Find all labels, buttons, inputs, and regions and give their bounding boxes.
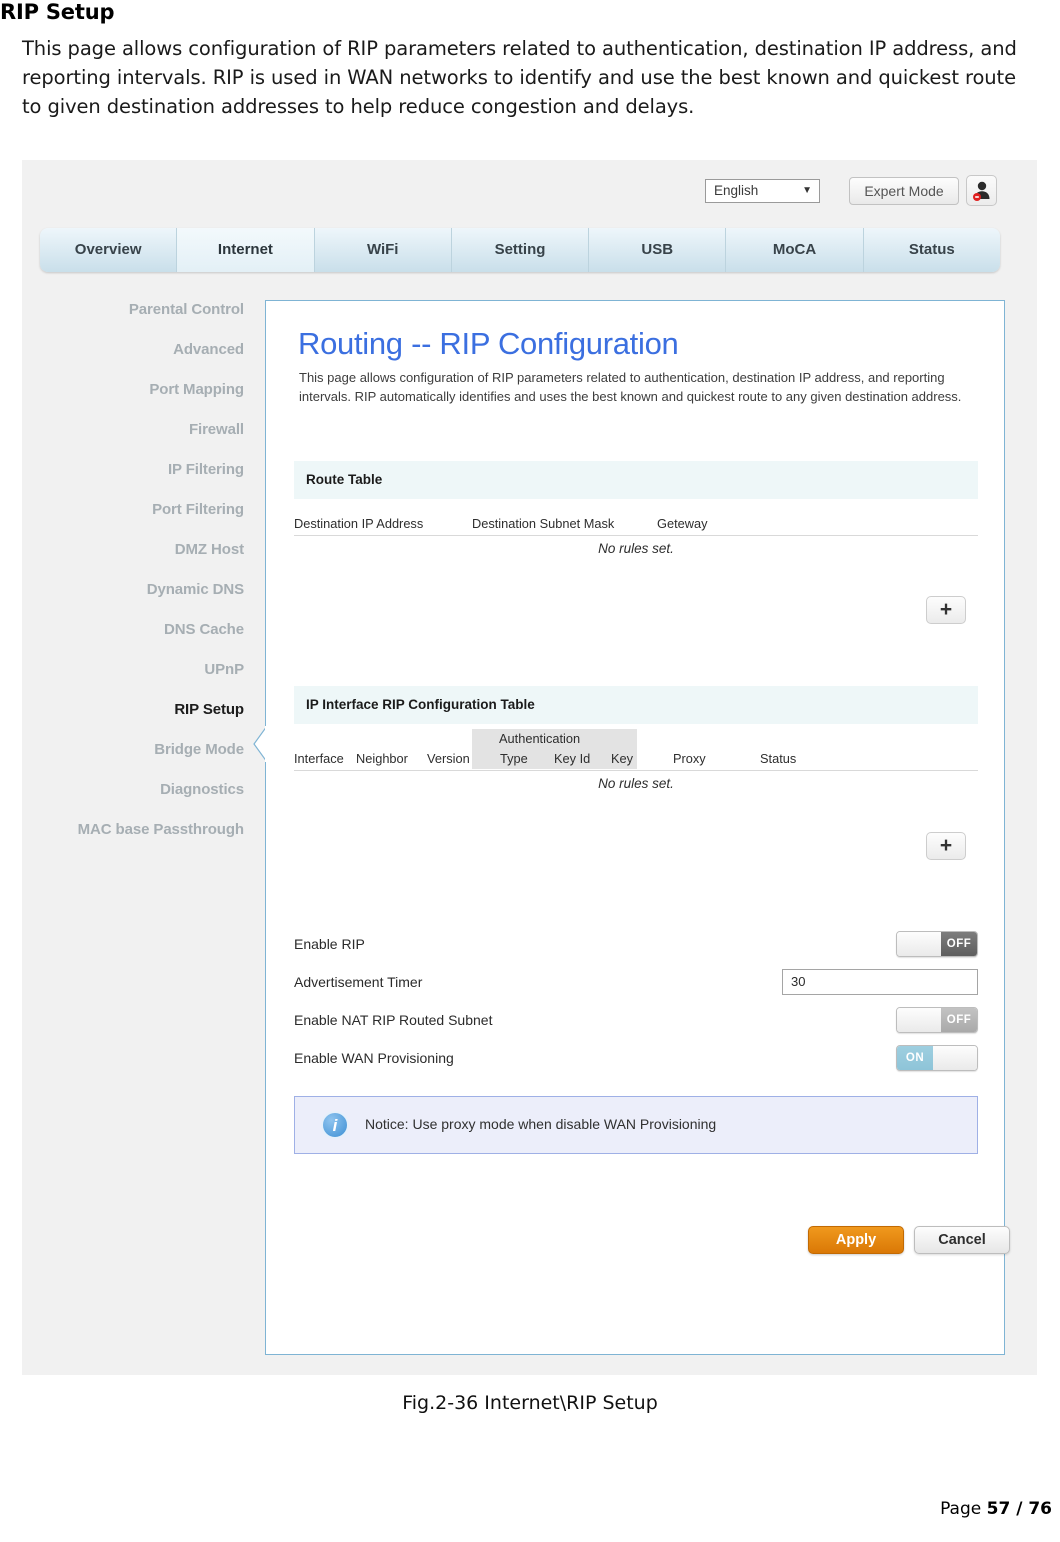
route-table-add-button[interactable]: + (926, 596, 966, 624)
main-nav-tabs[interactable]: Overview Internet WiFi Setting USB MoCA … (40, 228, 1000, 272)
sidebar-item-firewall[interactable]: Firewall (22, 410, 252, 450)
sidebar-item-port-mapping[interactable]: Port Mapping (22, 370, 252, 410)
sidebar-item-dmz-host[interactable]: DMZ Host (22, 530, 252, 570)
info-icon: i (321, 1111, 349, 1139)
sidebar-item-bridge-mode[interactable]: Bridge Mode (22, 730, 252, 770)
tab-wifi[interactable]: WiFi (314, 228, 452, 272)
rip-col-version: Version (427, 751, 470, 766)
rip-col-status: Status (760, 751, 797, 766)
content-panel: Routing -- RIP Configuration This page a… (253, 300, 1010, 1355)
chevron-down-icon: ▼ (802, 185, 812, 196)
sidebar: Parental Control Advanced Port Mapping F… (22, 290, 252, 850)
sidebar-item-ip-filtering[interactable]: IP Filtering (22, 450, 252, 490)
setting-row-nat-rip-routed-subnet: Enable NAT RIP Routed Subnet OFF (294, 1007, 978, 1045)
route-table-empty-text: No rules set. (598, 541, 674, 556)
page-footer-prefix: Page (940, 1499, 987, 1519)
wan-provisioning-toggle-state: ON (897, 1046, 933, 1070)
sidebar-item-port-filtering[interactable]: Port Filtering (22, 490, 252, 530)
page-footer-numbers: 57 / 76 (986, 1499, 1052, 1519)
route-col-gateway: Geteway (657, 516, 708, 531)
rip-col-neighbor: Neighbor (356, 751, 408, 766)
sidebar-item-diagnostics[interactable]: Diagnostics (22, 770, 252, 810)
enable-rip-label: Enable RIP (294, 936, 365, 952)
rip-col-key-id: Key Id (554, 751, 591, 766)
tab-usb[interactable]: USB (589, 228, 727, 272)
rip-table-empty-text: No rules set. (598, 776, 674, 791)
tab-status[interactable]: Status (863, 228, 1000, 272)
enable-rip-toggle-state: OFF (941, 932, 977, 956)
content-description: This page allows configuration of RIP pa… (299, 370, 962, 404)
setting-row-enable-rip: Enable RIP OFF (294, 931, 978, 969)
page-footer: Page 57 / 76 (940, 1499, 1052, 1519)
enable-rip-toggle[interactable]: OFF (896, 931, 978, 957)
top-bar: English ▼ Expert Mode (22, 160, 1037, 222)
sidebar-item-parental-control[interactable]: Parental Control (22, 290, 252, 330)
sidebar-item-mac-base-passthrough[interactable]: MAC base Passthrough (22, 810, 252, 850)
nat-rip-toggle-knob (897, 1008, 941, 1032)
route-table-header-row: Destination IP Address Destination Subne… (294, 509, 978, 536)
active-item-pointer-icon (253, 726, 267, 762)
user-logout-button[interactable] (966, 175, 997, 206)
expert-mode-button[interactable]: Expert Mode (849, 177, 959, 205)
wan-provisioning-label: Enable WAN Provisioning (294, 1050, 454, 1066)
rip-table-section-header: IP Interface RIP Configuration Table (294, 686, 978, 724)
nat-rip-toggle-state: OFF (941, 1008, 977, 1032)
tab-setting[interactable]: Setting (451, 228, 590, 272)
language-select-value: English (714, 183, 759, 198)
nat-rip-routed-subnet-label: Enable NAT RIP Routed Subnet (294, 1012, 493, 1028)
figure-caption: Fig.2-36 Internet\RIP Setup (402, 1392, 658, 1414)
tab-overview[interactable]: Overview (40, 228, 178, 272)
notice-text: Notice: Use proxy mode when disable WAN … (365, 1116, 717, 1132)
apply-button[interactable]: Apply (808, 1226, 904, 1254)
route-col-destination-ip: Destination IP Address (294, 516, 424, 531)
sidebar-item-rip-setup[interactable]: RIP Setup (22, 690, 252, 730)
enable-rip-toggle-knob (897, 932, 941, 956)
advertisement-timer-label: Advertisement Timer (294, 974, 423, 990)
wan-provisioning-toggle[interactable]: ON (896, 1045, 978, 1071)
sidebar-item-dynamic-dns[interactable]: Dynamic DNS (22, 570, 252, 610)
rip-col-proxy: Proxy (673, 751, 706, 766)
language-select[interactable]: English ▼ (705, 179, 820, 203)
intro-paragraph: This page allows configuration of RIP pa… (22, 37, 1017, 118)
tab-moca[interactable]: MoCA (726, 228, 864, 272)
sidebar-item-upnp[interactable]: UPnP (22, 650, 252, 690)
page-title: RIP Setup (0, 0, 115, 24)
sidebar-item-advanced[interactable]: Advanced (22, 330, 252, 370)
cancel-button[interactable]: Cancel (914, 1226, 1010, 1254)
rip-table-add-button[interactable]: + (926, 832, 966, 860)
nat-rip-routed-subnet-toggle[interactable]: OFF (896, 1007, 978, 1033)
content-title: Routing -- RIP Configuration (298, 326, 679, 361)
rip-table-header-row: Interface Neighbor Version Type Key Id K… (294, 744, 978, 771)
setting-row-advertisement-timer: Advertisement Timer 30 (294, 969, 978, 1007)
route-col-subnet-mask: Destination Subnet Mask (472, 516, 615, 531)
route-table-section-header: Route Table (294, 461, 978, 499)
advertisement-timer-input[interactable]: 30 (782, 969, 978, 995)
router-ui-screenshot: English ▼ Expert Mode Overview Internet … (22, 160, 1037, 1375)
tab-internet[interactable]: Internet (177, 228, 315, 272)
setting-row-wan-provisioning: Enable WAN Provisioning ON (294, 1045, 978, 1083)
sidebar-item-dns-cache[interactable]: DNS Cache (22, 610, 252, 650)
rip-col-type: Type (500, 751, 528, 766)
rip-col-interface: Interface (294, 751, 344, 766)
wan-provisioning-toggle-knob (933, 1046, 977, 1070)
rip-col-key: Key (611, 751, 634, 766)
notice-box: i Notice: Use proxy mode when disable WA… (294, 1096, 978, 1154)
